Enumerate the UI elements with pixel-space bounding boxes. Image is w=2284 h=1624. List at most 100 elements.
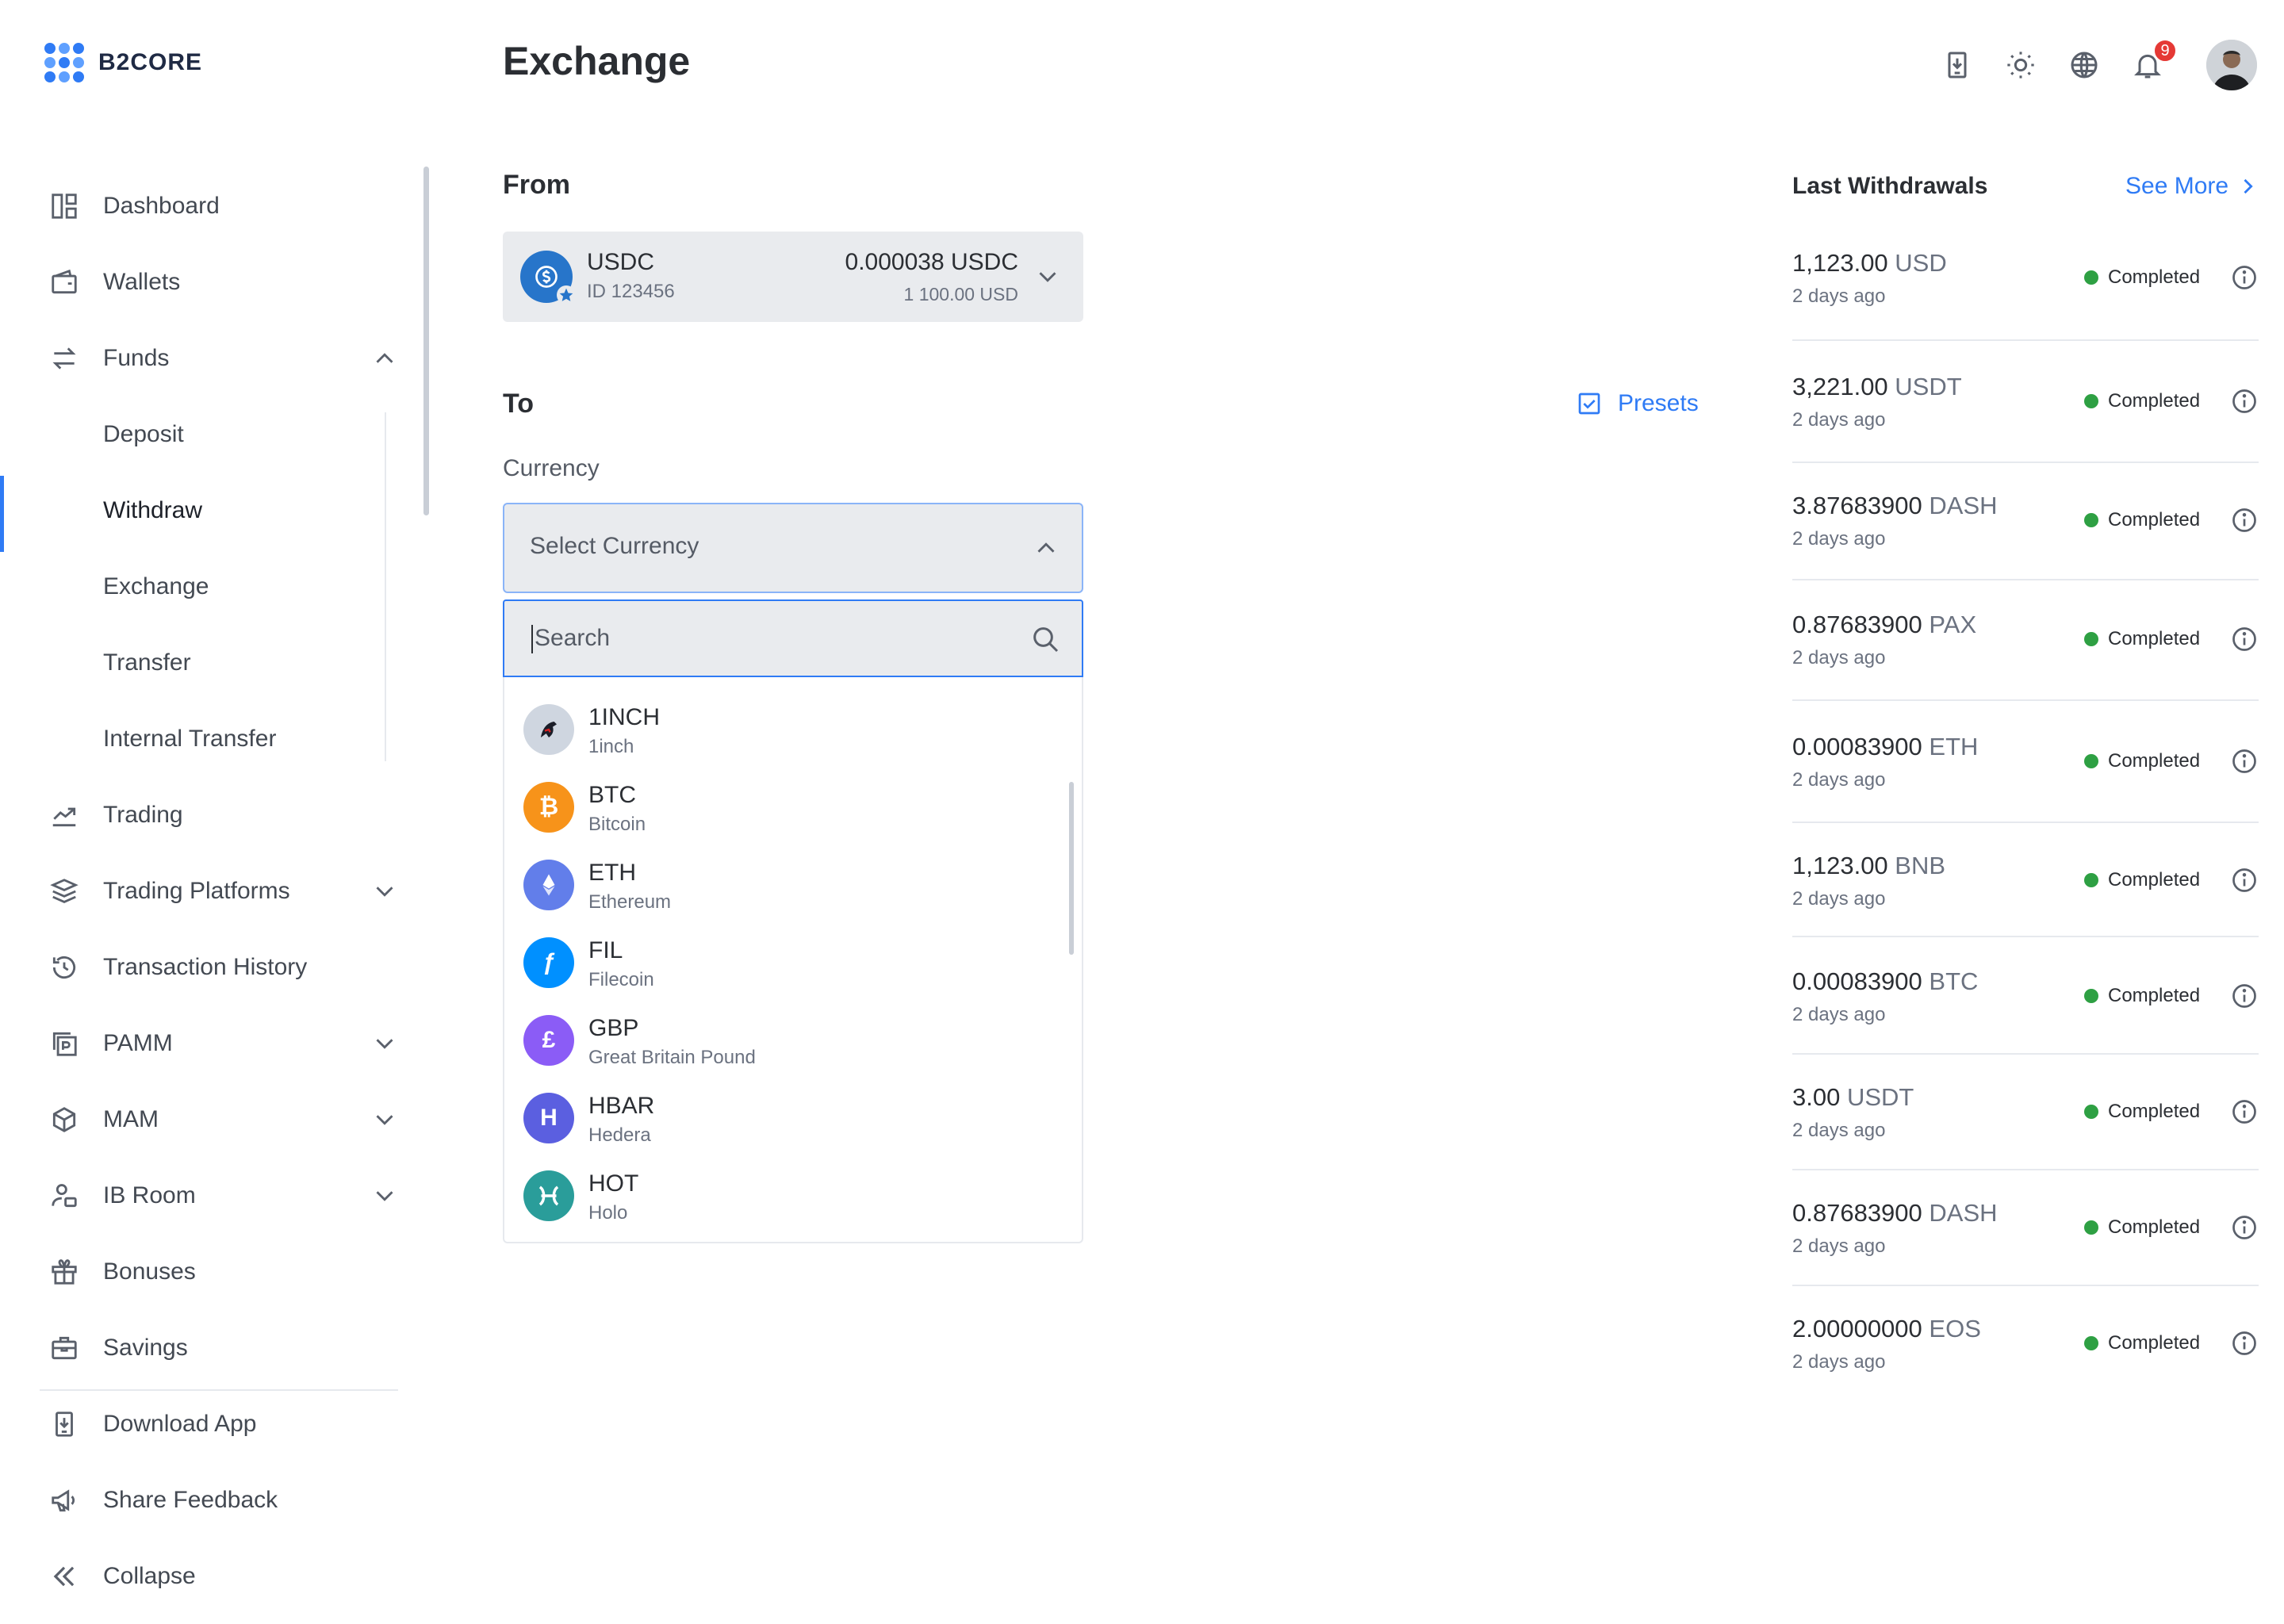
sidebar-item-label: Transfer: [103, 649, 191, 676]
sidebar-collapse-button[interactable]: Collapse: [0, 1538, 412, 1614]
info-icon[interactable]: [2230, 387, 2259, 416]
currency-search-input[interactable]: Search: [503, 599, 1083, 677]
sidebar-item-internal-transfer[interactable]: Internal Transfer: [0, 701, 412, 777]
sidebar-scrollbar[interactable]: [423, 167, 429, 515]
status-badge: Completed: [2084, 1216, 2200, 1239]
chevron-down-icon[interactable]: [370, 1181, 400, 1211]
sidebar-item-label: Trading Platforms: [103, 878, 290, 904]
sidebar-item-wallets[interactable]: Wallets: [0, 244, 412, 320]
status-label: Completed: [2108, 1332, 2201, 1354]
amount-currency: USD: [1895, 249, 1947, 277]
sidebar-item-funds[interactable]: Funds: [0, 320, 412, 396]
sidebar-item-share-feedback[interactable]: Share Feedback: [0, 1462, 412, 1538]
chevron-down-icon[interactable]: [370, 1028, 400, 1059]
sidebar-item-label: Savings: [103, 1335, 188, 1361]
status-label: Completed: [2108, 390, 2201, 412]
currency-select-placeholder: Select Currency: [530, 533, 699, 559]
to-label: To: [503, 389, 535, 419]
currency-name: Hedera: [588, 1124, 651, 1146]
info-icon[interactable]: [2230, 625, 2259, 653]
status-dot: [2084, 989, 2098, 1003]
info-icon[interactable]: [2230, 866, 2259, 894]
withdrawal-time: 2 days ago: [1792, 1351, 1886, 1373]
sidebar-item-label: Collapse: [103, 1563, 196, 1589]
theme-sun-icon[interactable]: [2005, 49, 2037, 81]
amount-currency: USDT: [1846, 1083, 1914, 1111]
from-account-select[interactable]: USDC ID 123456 0.000038 USDC 1 100.00 US…: [503, 232, 1083, 322]
status-dot: [2084, 1336, 2098, 1350]
ethereum-coin-icon: [523, 860, 574, 910]
list-item[interactable]: 1INCH 1inch: [504, 691, 1060, 769]
sidebar-item-trading-platforms[interactable]: Trading Platforms: [0, 853, 412, 929]
amount-value: 0.00083900: [1792, 967, 1922, 995]
list-item[interactable]: ƒ FIL Filecoin: [504, 925, 1060, 1002]
holo-coin-icon: [523, 1170, 574, 1221]
sidebar-item-ib-room[interactable]: IB Room: [0, 1158, 412, 1234]
list-item[interactable]: ₿ BTC Bitcoin: [504, 769, 1060, 847]
info-icon[interactable]: [2230, 506, 2259, 534]
sidebar-item-label: Share Feedback: [103, 1487, 278, 1513]
sidebar-item-label: MAM: [103, 1106, 159, 1132]
sidebar-item-trading[interactable]: Trading: [0, 777, 412, 853]
b2core-logo-icon: [44, 43, 84, 82]
sidebar-item-transaction-history[interactable]: Transaction History: [0, 929, 412, 1005]
status-label: Completed: [2108, 628, 2201, 649]
sidebar-item-label: PAMM: [103, 1030, 173, 1056]
currency-name: Great Britain Pound: [588, 1047, 756, 1068]
withdrawal-amount: 2.00000000 EOS: [1792, 1315, 1981, 1343]
sidebar-item-label: Deposit: [103, 421, 184, 447]
currency-dropdown-list[interactable]: 1INCH 1inch ₿ BTC Bitcoin ETH Ethereum ƒ…: [503, 677, 1083, 1243]
search-icon[interactable]: [1029, 623, 1061, 655]
user-avatar[interactable]: [2206, 40, 2257, 90]
info-icon[interactable]: [2230, 1097, 2259, 1126]
dropdown-scrollbar[interactable]: [1069, 782, 1074, 955]
amount-currency: ETH: [1929, 733, 1979, 760]
sidebar-item-pamm[interactable]: PAMM: [0, 1005, 412, 1082]
see-more-link[interactable]: See More: [2125, 173, 2259, 200]
chevron-down-icon[interactable]: [370, 876, 400, 906]
currency-name: Ethereum: [588, 891, 672, 913]
star-icon: [557, 285, 576, 304]
notification-badge: 9: [2152, 38, 2178, 63]
chevron-up-icon[interactable]: [370, 343, 400, 373]
row-divider: [1792, 822, 2259, 823]
info-icon[interactable]: [2230, 263, 2259, 292]
bitcoin-coin-icon: ₿: [523, 782, 574, 833]
list-item[interactable]: HOT Holo: [504, 1158, 1060, 1235]
amount-value: 3.00: [1792, 1083, 1841, 1111]
list-item[interactable]: £ GBP Great Britain Pound: [504, 1002, 1060, 1080]
status-label: Completed: [2108, 750, 2201, 772]
sidebar-item-deposit[interactable]: Deposit: [0, 396, 412, 473]
presets-button[interactable]: Presets: [1577, 390, 1699, 417]
currency-select[interactable]: Select Currency: [503, 503, 1083, 593]
sidebar-item-label: Wallets: [103, 269, 181, 295]
info-icon[interactable]: [2230, 1329, 2259, 1358]
sidebar-item-mam[interactable]: MAM: [0, 1082, 412, 1158]
trend-chart-icon: [49, 800, 79, 830]
wallet-icon: [49, 267, 79, 297]
chevron-down-icon[interactable]: [370, 1105, 400, 1135]
currency-label: Currency: [503, 455, 600, 481]
withdrawal-time: 2 days ago: [1792, 647, 1886, 668]
sidebar-item-exchange[interactable]: Exchange: [0, 549, 412, 625]
brand-logo[interactable]: B2CORE: [44, 43, 202, 82]
download-app-icon[interactable]: [1941, 49, 1973, 81]
sidebar-item-transfer[interactable]: Transfer: [0, 625, 412, 701]
globe-icon[interactable]: [2068, 49, 2100, 81]
amount-value: 1,123.00: [1792, 852, 1888, 879]
list-item[interactable]: ETH Ethereum: [504, 847, 1060, 925]
withdrawal-time: 2 days ago: [1792, 285, 1886, 307]
sidebar-item-bonuses[interactable]: Bonuses: [0, 1234, 412, 1310]
status-dot: [2084, 270, 2098, 285]
list-item[interactable]: H HBAR Hedera: [504, 1080, 1060, 1158]
sidebar-item-withdraw[interactable]: Withdraw: [0, 473, 412, 549]
sidebar-item-savings[interactable]: Savings: [0, 1310, 412, 1386]
withdrawal-time: 2 days ago: [1792, 528, 1886, 550]
info-icon[interactable]: [2230, 1213, 2259, 1242]
sidebar-item-download-app[interactable]: Download App: [0, 1386, 412, 1462]
sidebar-item-dashboard[interactable]: Dashboard: [0, 168, 412, 244]
info-icon[interactable]: [2230, 982, 2259, 1010]
info-icon[interactable]: [2230, 747, 2259, 776]
currency-code: HOT: [588, 1170, 639, 1197]
megaphone-icon: [49, 1485, 79, 1515]
